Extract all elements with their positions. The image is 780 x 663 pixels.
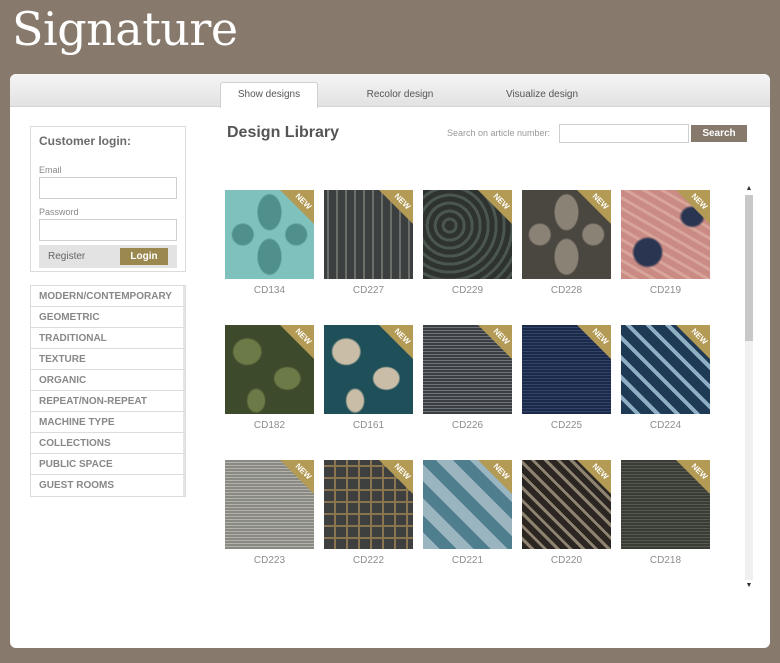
design-swatch[interactable]: NEW (225, 460, 314, 549)
category-traditional[interactable]: TRADITIONAL (31, 328, 185, 349)
design-code: CD227 (352, 285, 385, 296)
design-swatch[interactable]: NEW (423, 460, 512, 549)
design-code: CD218 (649, 555, 682, 566)
design-item[interactable]: NEW CD222 (324, 460, 413, 566)
design-code: CD219 (649, 285, 682, 296)
design-item[interactable]: NEW CD161 (324, 325, 413, 431)
password-label: Password (39, 207, 79, 217)
design-swatch[interactable]: NEW (324, 460, 413, 549)
design-swatch[interactable]: NEW (423, 190, 512, 279)
design-swatch[interactable]: NEW (324, 325, 413, 414)
design-item[interactable]: NEW CD221 (423, 460, 512, 566)
design-item[interactable]: NEW CD225 (522, 325, 611, 431)
category-organic[interactable]: ORGANIC (31, 370, 185, 391)
customer-login-box: Customer login: Email Password Register … (30, 126, 186, 272)
design-swatch[interactable]: NEW (522, 325, 611, 414)
design-code: CD182 (253, 420, 286, 431)
design-swatch[interactable]: NEW (225, 325, 314, 414)
design-item[interactable]: NEW CD220 (522, 460, 611, 566)
design-code: CD222 (352, 555, 385, 566)
category-texture[interactable]: TEXTURE (31, 349, 185, 370)
design-item[interactable]: NEW CD227 (324, 190, 413, 296)
design-swatch[interactable]: NEW (423, 325, 512, 414)
design-code: CD229 (451, 285, 484, 296)
design-code: CD226 (451, 420, 484, 431)
design-item[interactable]: NEW CD224 (621, 325, 710, 431)
tab-recolor-design[interactable]: Recolor design (350, 83, 450, 107)
brand-logo: Signature (12, 2, 238, 56)
category-guest-rooms[interactable]: GUEST ROOMS (31, 475, 185, 496)
design-swatch[interactable]: NEW (522, 190, 611, 279)
category-collections[interactable]: COLLECTIONS (31, 433, 185, 454)
category-list: MODERN/CONTEMPORARY GEOMETRIC TRADITIONA… (30, 285, 186, 497)
design-grid: NEW CD134 NEW CD227 NEW CD229 NEW CD228 NEW CD219… (225, 190, 745, 590)
design-item[interactable]: NEW CD134 (225, 190, 314, 296)
email-label: Email (39, 165, 62, 175)
design-swatch[interactable]: NEW (522, 460, 611, 549)
design-swatch[interactable]: NEW (621, 460, 710, 549)
tab-show-designs[interactable]: Show designs (220, 82, 318, 108)
search-input[interactable] (559, 124, 689, 143)
design-item[interactable]: NEW CD182 (225, 325, 314, 431)
scroll-thumb[interactable] (745, 195, 753, 341)
design-item[interactable]: NEW CD219 (621, 190, 710, 296)
search-button[interactable]: Search (691, 125, 747, 142)
page-title: Design Library (227, 124, 340, 141)
category-repeat-non-repeat[interactable]: REPEAT/NON-REPEAT (31, 391, 185, 412)
category-machine-type[interactable]: MACHINE TYPE (31, 412, 185, 433)
design-item[interactable]: NEW CD218 (621, 460, 710, 566)
design-code: CD224 (649, 420, 682, 431)
category-modern-contemporary[interactable]: MODERN/CONTEMPORARY (31, 286, 185, 307)
design-swatch[interactable]: NEW (225, 190, 314, 279)
design-code: CD221 (451, 555, 484, 566)
design-code: CD228 (550, 285, 583, 296)
design-code: CD220 (550, 555, 583, 566)
scroll-up-arrow-icon[interactable]: ▲ (745, 185, 753, 193)
search-label: Search on article number: (447, 128, 551, 138)
design-code: CD161 (352, 420, 385, 431)
grid-scrollbar[interactable]: ▲ ▼ (744, 185, 754, 590)
email-field[interactable] (39, 177, 177, 199)
login-title: Customer login: (39, 134, 131, 148)
design-code: CD223 (253, 555, 286, 566)
design-item[interactable]: NEW CD228 (522, 190, 611, 296)
category-geometric[interactable]: GEOMETRIC (31, 307, 185, 328)
design-swatch[interactable]: NEW (621, 325, 710, 414)
login-button[interactable]: Login (120, 248, 168, 265)
tab-bar: Show designs Recolor design Visualize de… (10, 74, 770, 108)
design-item[interactable]: NEW CD223 (225, 460, 314, 566)
scroll-down-arrow-icon[interactable]: ▼ (745, 582, 753, 590)
design-code: CD225 (550, 420, 583, 431)
login-footer: Register Login (39, 245, 177, 268)
category-public-space[interactable]: PUBLIC SPACE (31, 454, 185, 475)
design-item[interactable]: NEW CD226 (423, 325, 512, 431)
design-item[interactable]: NEW CD229 (423, 190, 512, 296)
register-link[interactable]: Register (48, 251, 85, 262)
main-panel: Show designs Recolor design Visualize de… (10, 74, 770, 648)
tab-visualize-design[interactable]: Visualize design (490, 83, 594, 107)
design-swatch[interactable]: NEW (621, 190, 710, 279)
design-code: CD134 (253, 285, 286, 296)
password-field[interactable] (39, 219, 177, 241)
scroll-track[interactable] (745, 195, 753, 580)
design-swatch[interactable]: NEW (324, 190, 413, 279)
